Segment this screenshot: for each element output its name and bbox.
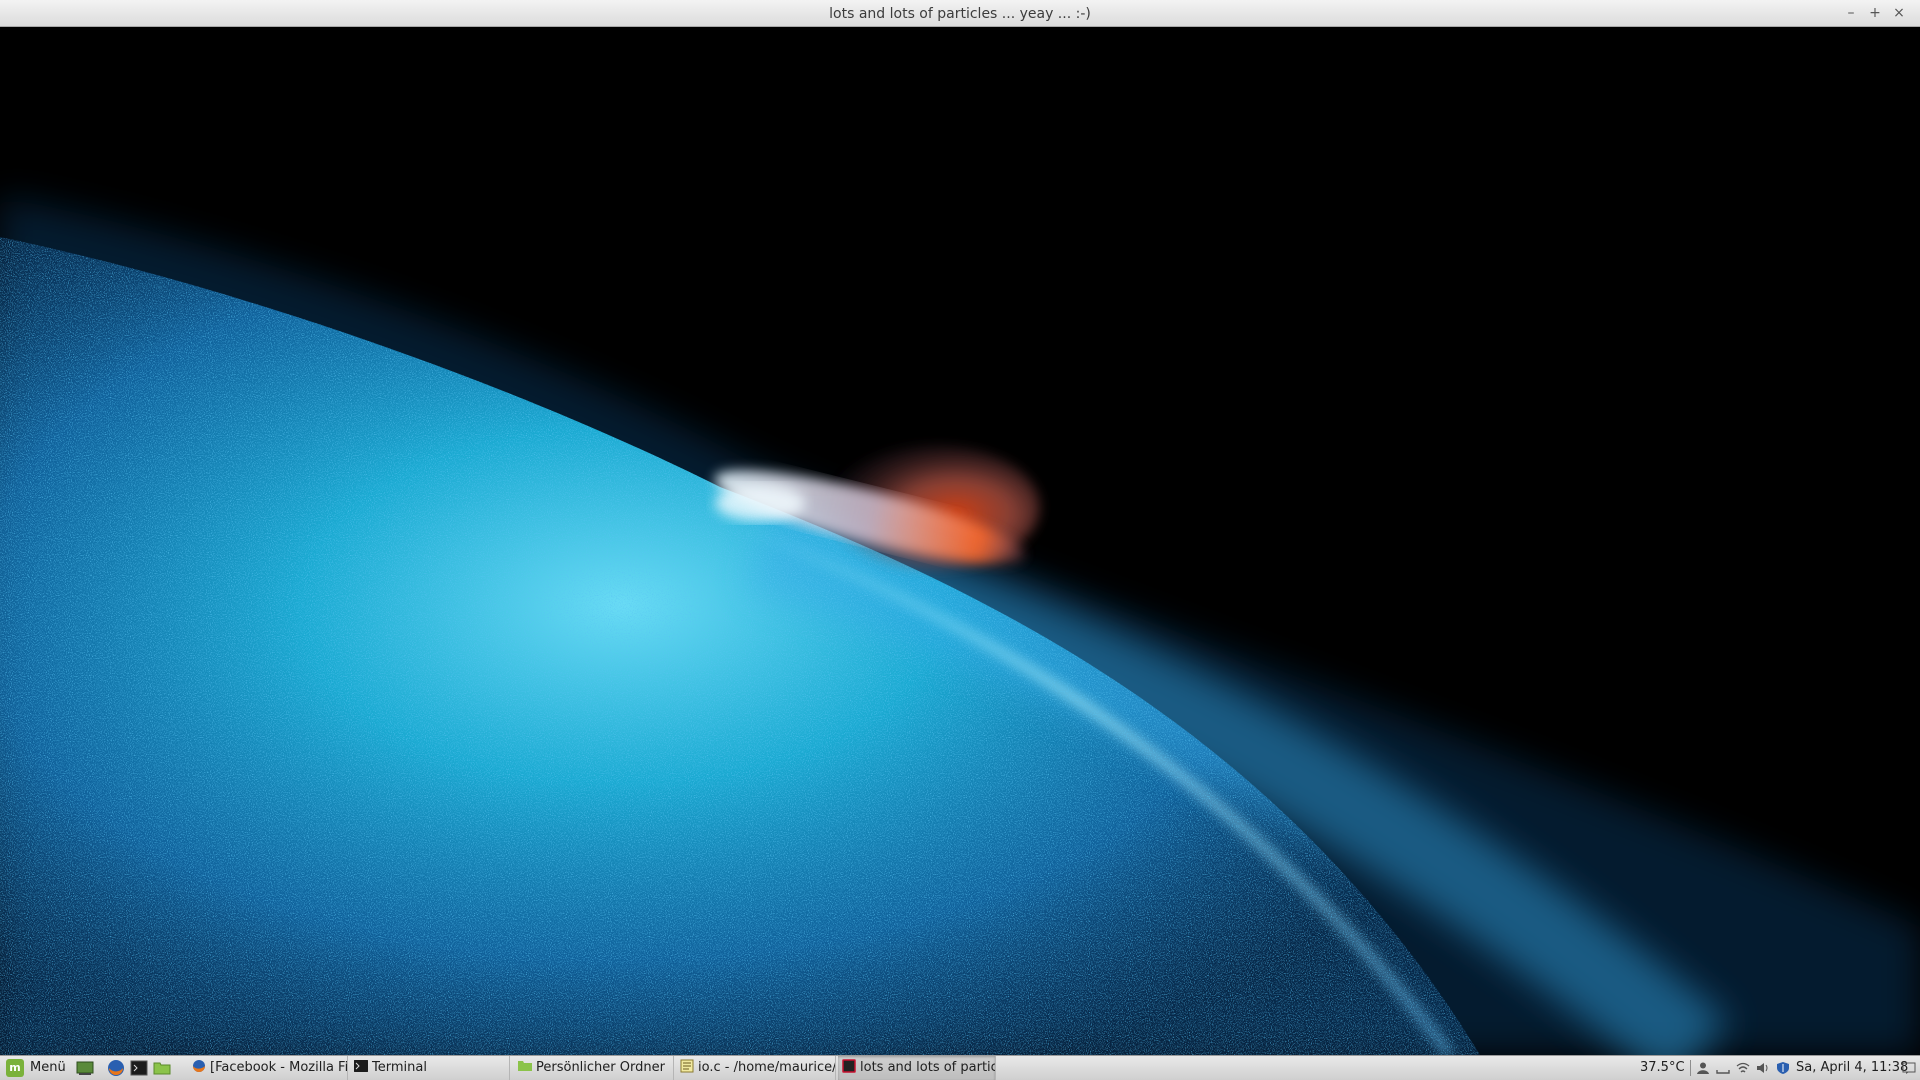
wifi-icon[interactable] — [1736, 1061, 1750, 1075]
clock[interactable]: Sa, April 4, 11:38 — [1796, 1056, 1908, 1080]
task-label: io.c - /home/maurice/... — [698, 1060, 836, 1075]
volume-icon[interactable] — [1756, 1061, 1770, 1075]
firefox-icon[interactable] — [107, 1059, 125, 1077]
task-label: [Facebook - Mozilla Fi... — [210, 1060, 348, 1075]
task-terminal[interactable]: Terminal — [350, 1056, 510, 1080]
firefox-icon — [193, 1060, 205, 1072]
task-home-folder[interactable]: Persönlicher Ordner — [514, 1056, 674, 1080]
particle-scene — [0, 197, 1920, 1055]
start-menu-label: Menü — [30, 1060, 66, 1075]
task-label: Terminal — [372, 1060, 427, 1075]
taskbar: m Menü [Facebook - Mozilla Fi... Termina… — [0, 1055, 1920, 1080]
app-window-icon — [842, 1059, 856, 1073]
folder-icon — [518, 1061, 532, 1071]
task-label: lots and lots of particl... — [860, 1060, 995, 1075]
terminal-icon[interactable] — [130, 1059, 148, 1077]
maximize-button[interactable]: + — [1864, 3, 1886, 23]
text-editor-icon — [680, 1059, 694, 1073]
window-title: lots and lots of particles ... yeay ... … — [829, 6, 1091, 22]
shield-icon[interactable] — [1776, 1061, 1790, 1075]
keyboard-icon[interactable] — [1716, 1061, 1730, 1075]
task-label: Persönlicher Ordner — [536, 1060, 665, 1075]
close-button[interactable]: × — [1888, 3, 1910, 23]
start-menu-button[interactable]: m Menü — [2, 1056, 68, 1080]
user-icon[interactable] — [1696, 1061, 1710, 1075]
particle-render-canvas[interactable] — [0, 27, 1920, 1055]
task-text-editor[interactable]: io.c - /home/maurice/... — [676, 1056, 836, 1080]
show-desktop-icon[interactable] — [76, 1059, 94, 1077]
mint-logo-icon: m — [6, 1059, 24, 1077]
tray-separator — [1690, 1060, 1691, 1076]
window-titlebar[interactable]: lots and lots of particles ... yeay ... … — [0, 0, 1920, 27]
task-particles-window[interactable]: lots and lots of particl... — [838, 1056, 996, 1080]
cpu-temperature[interactable]: 37.5°C — [1640, 1056, 1685, 1080]
minimize-button[interactable]: – — [1840, 3, 1862, 23]
task-firefox[interactable]: [Facebook - Mozilla Fi... — [188, 1056, 348, 1080]
terminal-icon — [354, 1060, 368, 1072]
collision-disk-highlight — [715, 485, 805, 521]
files-icon[interactable] — [153, 1059, 171, 1077]
notification-icon[interactable] — [1902, 1061, 1916, 1075]
